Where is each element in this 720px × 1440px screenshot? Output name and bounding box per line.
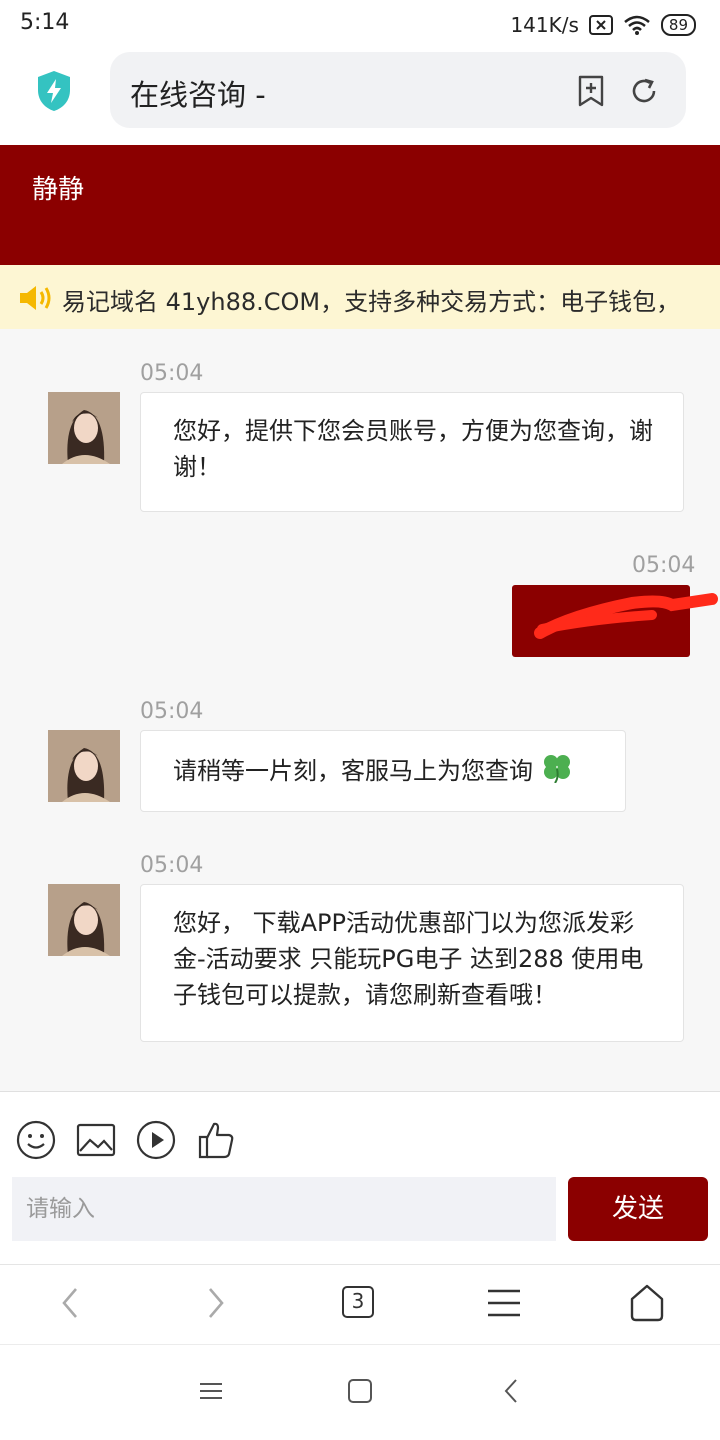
incoming-message: 请稍等一片刻，客服马上为您查询 [140, 730, 626, 812]
message-time: 05:04 [140, 699, 204, 724]
home-square-icon[interactable] [346, 1376, 374, 1406]
redaction-scribble [534, 593, 718, 639]
divider [0, 1344, 720, 1345]
message-text: 您好， 下载APP活动优惠部门以为您派发彩金-活动要求 只能玩PG电子 达到28… [173, 909, 644, 1009]
emoji-icon[interactable] [16, 1120, 56, 1160]
divider [0, 1091, 720, 1092]
recent-apps-icon[interactable] [198, 1376, 224, 1406]
avatar [48, 884, 120, 956]
agent-name: 静静 [32, 175, 85, 205]
address-bar[interactable]: 在线咨询 - [110, 52, 686, 128]
system-back-icon[interactable] [500, 1376, 524, 1406]
avatar [48, 730, 120, 802]
status-icons: 141K/s 89 [510, 10, 696, 40]
incoming-message: 您好， 下载APP活动优惠部门以为您派发彩金-活动要求 只能玩PG电子 达到28… [140, 884, 684, 1042]
message-input[interactable] [12, 1177, 556, 1241]
status-time: 5:14 [20, 10, 70, 35]
thumbs-up-icon[interactable] [196, 1120, 236, 1160]
video-icon[interactable] [136, 1120, 176, 1160]
bookmark-add-icon[interactable] [576, 75, 606, 107]
send-button[interactable]: 发送 [568, 1177, 708, 1241]
clover-icon [543, 755, 570, 784]
sim-x-icon [588, 15, 613, 35]
chat-header: 静静 [0, 145, 720, 265]
image-icon[interactable] [76, 1120, 116, 1160]
refresh-icon[interactable] [628, 75, 660, 107]
wifi-icon [624, 15, 650, 35]
shield-icon[interactable] [36, 70, 72, 112]
battery-level: 89 [660, 14, 696, 36]
message-time: 05:04 [140, 853, 204, 878]
notice-bar: 易记域名 41yh88.COM，支持多种交易方式：电子钱包， [0, 265, 720, 329]
outgoing-message [512, 585, 718, 657]
message-text: 您好，提供下您会员账号，方便为您查询，谢谢！ [173, 417, 653, 481]
tabs-button[interactable]: 3 [342, 1286, 374, 1318]
incoming-message: 您好，提供下您会员账号，方便为您查询，谢谢！ [140, 392, 684, 512]
speaker-icon [20, 286, 51, 310]
message-text: 请稍等一片刻，客服马上为您查询 [173, 757, 533, 785]
message-time: 05:04 [140, 361, 204, 386]
divider [0, 1264, 720, 1265]
menu-icon[interactable] [486, 1283, 522, 1323]
message-time: 05:04 [632, 553, 696, 578]
page-title: 在线咨询 - [130, 78, 266, 112]
notice-text: 易记域名 41yh88.COM，支持多种交易方式：电子钱包， [62, 288, 681, 316]
back-icon[interactable] [54, 1283, 86, 1323]
forward-icon[interactable] [200, 1283, 232, 1323]
net-speed: 141K/s [510, 13, 579, 37]
avatar [48, 392, 120, 464]
home-icon[interactable] [628, 1283, 666, 1323]
